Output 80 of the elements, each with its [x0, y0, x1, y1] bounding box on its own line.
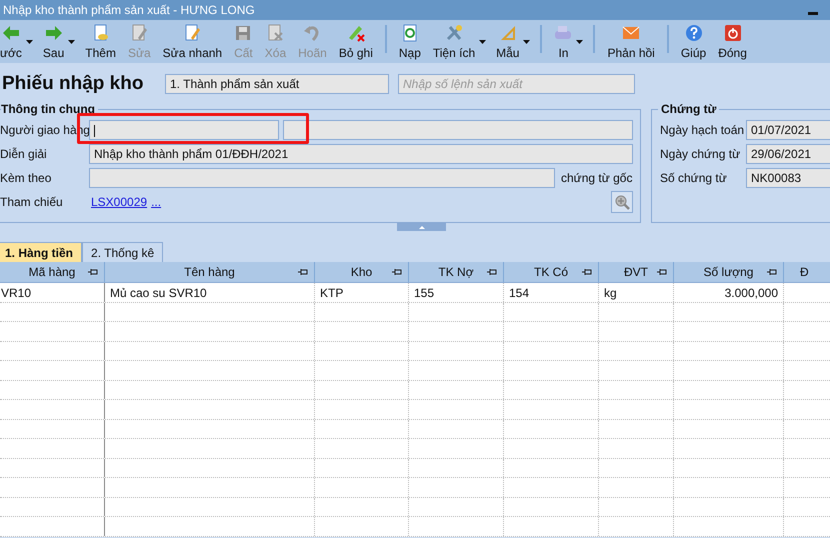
column-header[interactable]: Số lượng	[674, 262, 784, 282]
pin-icon[interactable]	[88, 268, 98, 276]
column-header[interactable]: ĐVT	[599, 262, 674, 282]
column-header[interactable]: Kho	[315, 262, 409, 282]
input-field[interactable]: 01/07/2021	[746, 120, 830, 140]
column-header[interactable]: Tên hàng	[105, 262, 315, 282]
voucher-type-field[interactable]: 1. Thành phẩm sản xuất	[165, 74, 389, 94]
pin-icon[interactable]	[582, 268, 592, 276]
pin-icon[interactable]	[392, 268, 402, 276]
column-header[interactable]: TK Có	[504, 262, 599, 282]
column-header[interactable]: TK Nợ	[409, 262, 504, 282]
edit-document-icon	[130, 24, 148, 42]
input-field[interactable]: Nhập kho thành phẩm 01/ĐĐH/2021	[89, 144, 633, 164]
input-field[interactable]	[89, 168, 555, 188]
toolbar-button[interactable]: ước	[0, 20, 28, 60]
pin-icon[interactable]	[657, 268, 667, 276]
help-icon	[684, 24, 703, 42]
table-cell: Mủ cao su SVR10	[110, 286, 207, 300]
search-button[interactable]	[611, 191, 633, 213]
undo-arrow-icon	[303, 24, 322, 42]
caret-icon[interactable]	[26, 40, 33, 44]
tools-icon	[445, 24, 463, 42]
table-cell: KTP	[320, 286, 344, 300]
delete-document-icon	[266, 24, 284, 42]
input-field[interactable]: 29/06/2021	[746, 144, 830, 164]
order-number-field[interactable]: Nhập số lệnh sản xuất	[398, 74, 635, 94]
tab[interactable]: 2. Thống kê	[82, 242, 164, 262]
new-document-icon	[92, 24, 110, 42]
field-label: Diễn giải	[0, 147, 48, 161]
caret-icon[interactable]	[68, 40, 76, 44]
caret-icon[interactable]	[576, 40, 584, 44]
envelope-icon	[622, 24, 640, 42]
table-cell: 3.000,000	[724, 286, 778, 300]
field-label: Tham chiếu	[0, 195, 64, 209]
power-icon	[724, 24, 742, 42]
reference-link[interactable]: LSX00029	[91, 195, 148, 209]
pin-icon[interactable]	[767, 268, 777, 276]
toolbar-button[interactable]: Mẫu	[490, 20, 526, 60]
table-cell: VR10	[1, 286, 32, 300]
toolbar-button[interactable]: Đóng	[712, 20, 753, 60]
pencil-cross-icon	[346, 24, 365, 42]
toolbar-button[interactable]: Giúp	[674, 20, 712, 60]
column-header[interactable]: Đ	[784, 262, 830, 282]
pin-icon[interactable]	[298, 268, 308, 276]
toolbar-button[interactable]: Thêm	[79, 20, 122, 60]
toolbar-button[interactable]: Phản hồi	[601, 20, 661, 60]
pencil-document-icon	[183, 24, 202, 42]
toolbar-button[interactable]: In	[548, 20, 578, 60]
field-suffix: chứng từ gốc	[560, 171, 633, 185]
form-title: Phiếu nhập kho	[2, 73, 144, 95]
up-triangle-icon	[418, 226, 424, 228]
field-label: Ngày chứng từ	[660, 147, 742, 161]
ruler-triangle-icon	[498, 24, 517, 42]
field-label: Số chứng từ	[660, 171, 728, 185]
toolbar-button[interactable]: Sau	[36, 20, 70, 60]
field-label: Ngày hạch toán	[660, 123, 746, 137]
table-cell: 155	[414, 286, 434, 300]
group-title: Chứng từ	[658, 102, 720, 116]
printer-icon	[554, 24, 572, 42]
toolbar-button[interactable]: Sửa nhanh	[156, 20, 228, 60]
input-field[interactable]: NK00083	[746, 168, 830, 188]
toolbar-button[interactable]: Nạp	[392, 20, 427, 60]
left-arrow-icon	[2, 24, 20, 42]
more-link[interactable]: ...	[151, 195, 162, 209]
input-field[interactable]	[283, 120, 633, 140]
caret-icon[interactable]	[479, 40, 486, 44]
pin-icon[interactable]	[487, 268, 497, 276]
right-arrow-icon	[44, 24, 63, 42]
caret-icon[interactable]	[523, 40, 530, 44]
toolbar-button[interactable]: Bỏ ghi	[332, 20, 379, 60]
input-field[interactable]	[89, 120, 279, 140]
tab[interactable]: 1. Hàng tiền	[0, 242, 82, 262]
toolbar-button[interactable]: Tiện ích	[426, 20, 482, 60]
minimize-icon[interactable]	[808, 12, 818, 14]
field-label: Kèm theo	[0, 171, 52, 185]
table-cell: kg	[604, 286, 617, 300]
window-title: Nhập kho thành phẩm sản xuất - HƯNG LONG	[3, 3, 255, 17]
refresh-document-icon	[400, 24, 419, 42]
table-cell: 154	[509, 286, 530, 300]
column-header[interactable]: Mã hàng	[0, 262, 105, 282]
